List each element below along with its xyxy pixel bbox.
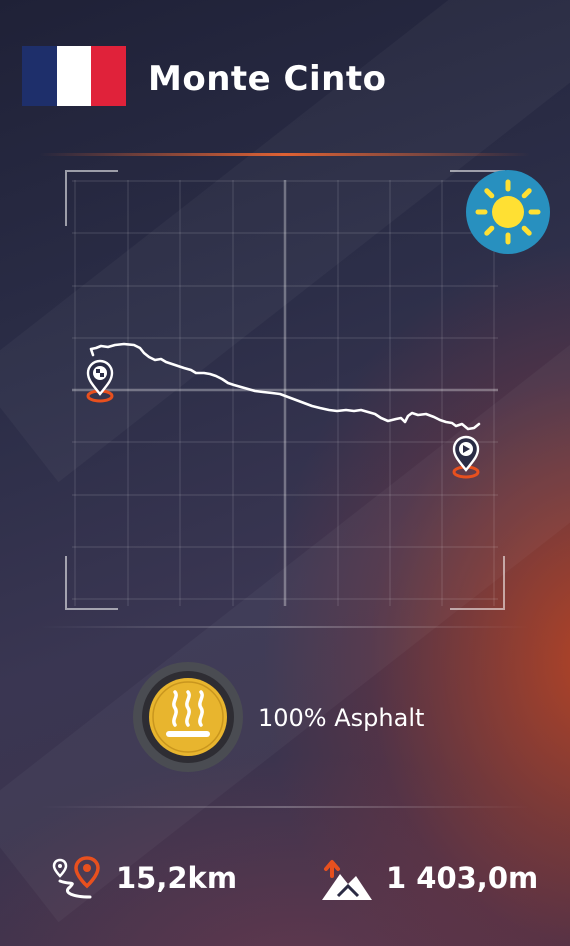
header-divider <box>40 153 530 156</box>
weather-badge[interactable] <box>466 170 550 254</box>
route-map-canvas <box>65 170 505 610</box>
elevation-value: 1 403,0m <box>386 861 539 895</box>
surface-label: 100% Asphalt <box>258 704 425 732</box>
play-pin-icon[interactable] <box>452 435 480 479</box>
route-card: Monte Cinto 100% Asphalt 15,2km 1 403,0m <box>0 0 570 946</box>
route-title: Monte Cinto <box>148 59 387 99</box>
heat-asphalt-icon <box>133 662 243 772</box>
section-divider <box>40 806 530 808</box>
elevation-gain-icon <box>322 860 372 900</box>
sun-icon <box>475 179 541 245</box>
map-axes <box>72 180 498 606</box>
route-map[interactable] <box>58 166 510 614</box>
section-divider <box>40 626 530 628</box>
distance-value: 15,2km <box>116 861 238 895</box>
route-distance-icon <box>52 856 100 899</box>
distance-stat: 15,2km <box>50 852 237 904</box>
france-flag-icon <box>22 46 127 106</box>
elevation-stat: 1 403,0m <box>318 852 538 904</box>
checkered-flag-pin-icon[interactable] <box>86 359 114 403</box>
